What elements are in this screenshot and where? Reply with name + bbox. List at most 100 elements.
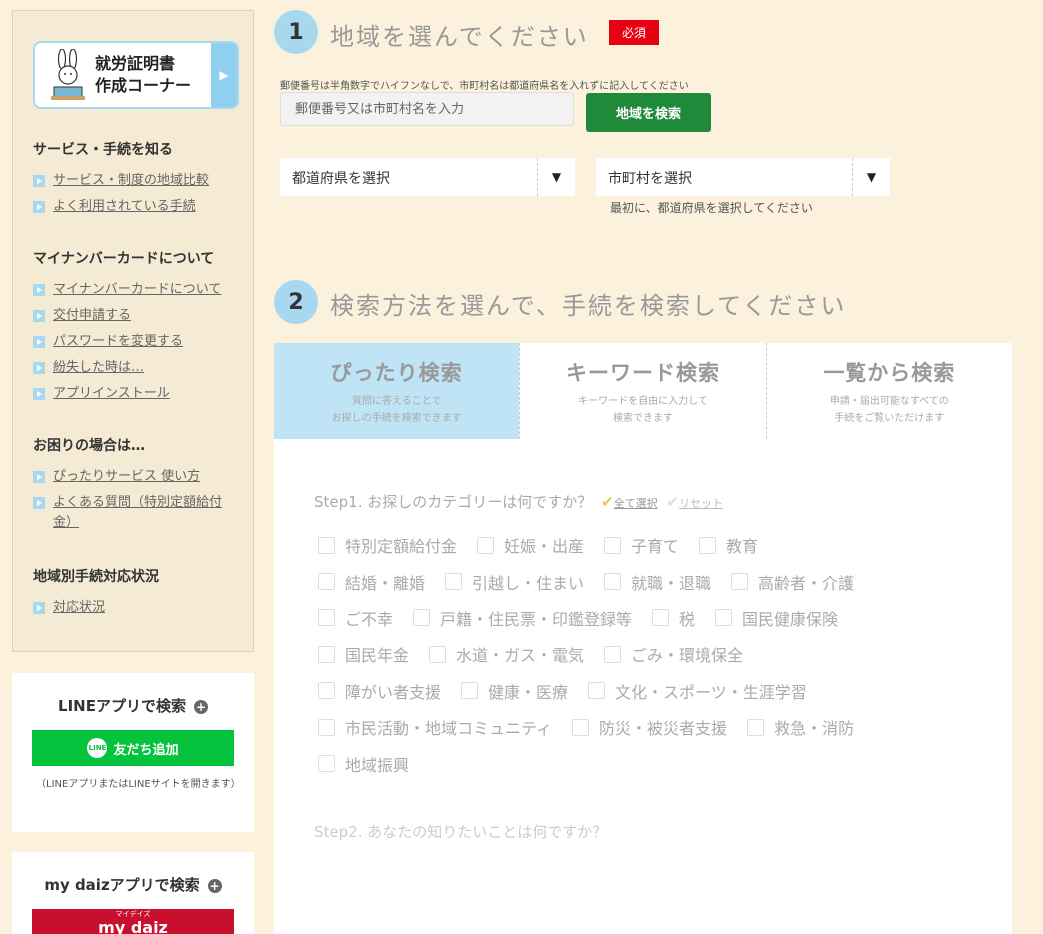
side-link-popular[interactable]: よく利用されている手続: [33, 197, 237, 217]
side-link-apply[interactable]: 交付申請する: [33, 306, 237, 326]
search-panel: Step1. お探しのカテゴリーは何ですか？ ✔全て選択 ✔リセット 特別定額給…: [274, 439, 1012, 934]
category-checkbox[interactable]: 教育: [699, 533, 758, 557]
checkbox-icon[interactable]: [604, 536, 622, 554]
checkbox-icon[interactable]: [318, 573, 335, 591]
category-checkbox[interactable]: 結婚・離婚: [318, 570, 425, 594]
region-search-button[interactable]: 地域を検索: [586, 93, 711, 132]
checkbox-icon[interactable]: [588, 682, 606, 700]
category-label: 救急・消防: [774, 719, 855, 739]
category-checkbox[interactable]: 就職・退職: [604, 570, 711, 594]
category-question: Step1. お探しのカテゴリーは何ですか？ ✔全て選択 ✔リセット: [314, 493, 723, 511]
checkbox-icon[interactable]: [318, 645, 335, 663]
category-checkbox[interactable]: 水道・ガス・電気: [429, 642, 584, 666]
triangle-down-icon: ▼: [852, 158, 890, 196]
checkbox-icon[interactable]: [429, 645, 447, 663]
category-row: 市民活動・地域コミュニティ 防災・被災者支援 救急・消防: [318, 709, 998, 745]
category-checkbox[interactable]: 国民健康保険: [715, 606, 838, 630]
tab-list-search[interactable]: 一覧から検索 申請・届出可能なすべての 手続をご覧いただけます: [765, 343, 1012, 439]
checkbox-icon[interactable]: [477, 536, 495, 554]
side-link-mynumber-about[interactable]: マイナンバーカードについて: [33, 280, 237, 300]
daiz-app-button[interactable]: マイデイズ my daiz: [32, 909, 234, 934]
side-link-password[interactable]: パスワードを変更する: [33, 332, 237, 352]
category-checkbox[interactable]: ご不幸: [318, 606, 393, 630]
side-link-app-install[interactable]: アプリインストール: [33, 384, 237, 404]
side-link-status[interactable]: 対応状況: [33, 598, 237, 618]
category-checklist: 特別定額給付金 妊娠・出産 子育て 教育結婚・離婚 引越し・住まい 就職・退職 高齢者・介護…: [318, 527, 998, 782]
checkbox-icon[interactable]: [604, 645, 622, 663]
arrow-bullet-icon: [33, 471, 45, 483]
checkbox-icon[interactable]: [731, 573, 749, 591]
category-checkbox[interactable]: 救急・消防: [747, 715, 854, 739]
arrow-bullet-icon: [33, 362, 45, 374]
category-checkbox[interactable]: ごみ・環境保全: [604, 642, 743, 666]
category-checkbox[interactable]: 高齢者・介護: [731, 570, 854, 594]
line-logo-icon: LINE: [87, 738, 108, 758]
daiz-card: my daizアプリで検索 + マイデイズ my daiz: [12, 852, 254, 934]
category-checkbox[interactable]: 国民年金: [318, 642, 409, 666]
category-label: 税: [679, 609, 696, 629]
category-checkbox[interactable]: 市民活動・地域コミュニティ: [318, 715, 552, 739]
checkbox-icon[interactable]: [445, 573, 463, 591]
category-checkbox[interactable]: 地域振興: [318, 752, 409, 776]
side-link-faq[interactable]: よくある質問（特別定額給付金）: [33, 493, 237, 533]
category-checkbox[interactable]: 障がい者支援: [318, 679, 441, 703]
step2-title: 検索方法を選んで、手続を検索してください: [330, 292, 847, 320]
category-label: 水道・ガス・電気: [456, 646, 585, 666]
category-label: 結婚・離婚: [345, 573, 426, 593]
category-checkbox[interactable]: 戸籍・住民票・印鑑登録等: [413, 606, 632, 630]
checkbox-icon[interactable]: [652, 609, 670, 627]
checkbox-icon[interactable]: [318, 718, 335, 736]
category-row: 特別定額給付金 妊娠・出産 子育て 教育: [318, 527, 998, 563]
category-label: 就職・退職: [631, 573, 712, 593]
side-link-lost[interactable]: 紛失した時は…: [33, 358, 237, 378]
checkbox-icon[interactable]: [318, 536, 335, 554]
side-section-service: サービス・手続を知る サービス・制度の地域比較 よく利用されている手続: [33, 139, 237, 223]
category-label: 健康・医療: [488, 682, 569, 702]
checkbox-icon[interactable]: [413, 609, 431, 627]
prefecture-select[interactable]: 都道府県を選択 ▼: [280, 158, 575, 196]
checkbox-icon[interactable]: [747, 718, 765, 736]
category-checkbox[interactable]: 引越し・住まい: [445, 570, 584, 594]
step1-title: 地域を選んでください: [330, 23, 589, 51]
city-select[interactable]: 市町村を選択 ▼: [596, 158, 890, 196]
arrow-bullet-icon: [33, 284, 45, 296]
checkbox-icon[interactable]: [318, 755, 335, 773]
checkbox-icon[interactable]: [572, 718, 590, 736]
category-label: 市民活動・地域コミュニティ: [345, 719, 553, 739]
line-add-friend-button[interactable]: LINE 友だち追加: [32, 730, 234, 766]
category-label: 国民健康保険: [742, 609, 839, 629]
side-link-region-compare[interactable]: サービス・制度の地域比較: [33, 171, 237, 191]
tab-pittari-search[interactable]: ぴったり検索 質問に答えることで お探しの手続を検索できます: [274, 343, 520, 449]
checkbox-icon[interactable]: [318, 682, 335, 700]
checkbox-icon[interactable]: [461, 682, 479, 700]
category-label: 国民年金: [345, 646, 410, 666]
side-heading: マイナンバーカードについて: [33, 251, 215, 267]
category-checkbox[interactable]: 妊娠・出産: [477, 533, 584, 557]
check-icon: ✔: [601, 493, 614, 511]
checkbox-icon[interactable]: [715, 609, 733, 627]
select-all-link[interactable]: 全て選択: [614, 497, 658, 510]
checkbox-icon[interactable]: [318, 609, 335, 627]
side-link-how-to-use[interactable]: ぴったりサービス 使い方: [33, 467, 237, 487]
category-checkbox[interactable]: 特別定額給付金: [318, 533, 457, 557]
employment-certificate-banner[interactable]: 就労証明書 作成コーナー ▶: [33, 41, 239, 109]
category-label: 地域振興: [345, 755, 410, 775]
category-checkbox[interactable]: 子育て: [604, 533, 679, 557]
checkbox-icon[interactable]: [604, 573, 622, 591]
tab-keyword-search[interactable]: キーワード検索 キーワードを自由に入力して 検索できます: [519, 343, 765, 439]
region-search-input[interactable]: [280, 92, 574, 126]
category-checkbox[interactable]: 健康・医療: [461, 679, 568, 703]
category-checkbox[interactable]: 税: [652, 606, 695, 630]
prefecture-select-value: 都道府県を選択: [292, 171, 390, 187]
category-checkbox[interactable]: 防災・被災者支援: [572, 715, 727, 739]
plus-icon[interactable]: +: [207, 878, 222, 893]
checkbox-icon[interactable]: [699, 536, 717, 554]
required-badge: 必須: [609, 20, 659, 45]
category-checkbox[interactable]: 文化・スポーツ・生涯学習: [588, 679, 807, 703]
daiz-button-label: my daiz: [98, 918, 168, 934]
banner-arrow-icon: ▶: [211, 43, 237, 107]
reset-link[interactable]: リセット: [679, 497, 723, 510]
banner-text: 就労証明書 作成コーナー: [95, 53, 191, 97]
category-label: ごみ・環境保全: [631, 646, 744, 666]
plus-icon[interactable]: +: [193, 699, 208, 714]
